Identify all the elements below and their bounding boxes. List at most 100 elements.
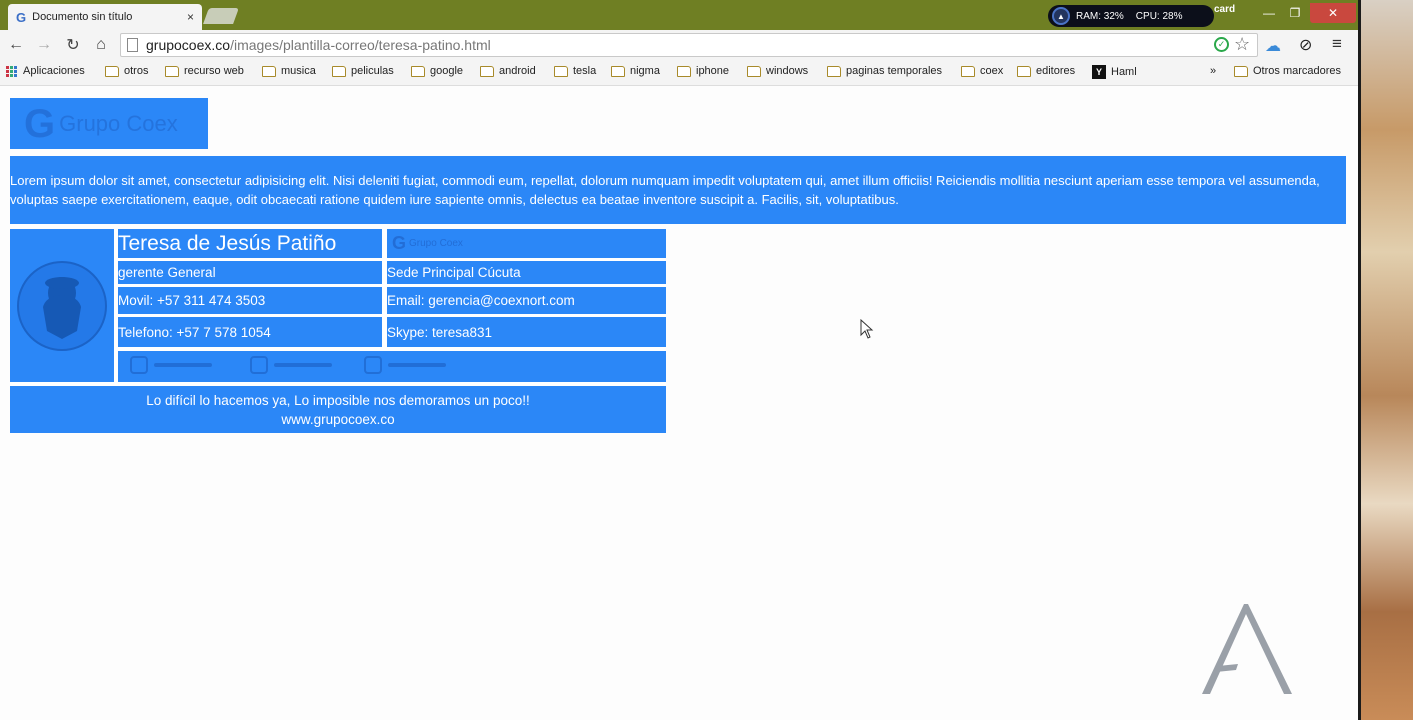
page-icon bbox=[127, 38, 138, 52]
folder-icon bbox=[961, 65, 975, 77]
bookmark-label: paginas temporales bbox=[846, 65, 943, 77]
linkedin-icon bbox=[364, 356, 382, 374]
person-name: Teresa de Jesús Patiño bbox=[118, 229, 382, 258]
social-link-web[interactable] bbox=[250, 356, 332, 374]
bookmark-folder[interactable]: windows bbox=[747, 65, 808, 77]
role-text: gerente General bbox=[118, 265, 216, 280]
home-icon[interactable]: ⌂ bbox=[90, 34, 112, 56]
bookmark-folder[interactable]: editores bbox=[1017, 65, 1075, 77]
bookmark-label: musica bbox=[281, 65, 316, 77]
bookmarks-overflow[interactable]: » bbox=[1210, 65, 1216, 77]
back-icon[interactable]: ← bbox=[5, 34, 27, 56]
folder-icon bbox=[554, 65, 568, 77]
folder-icon bbox=[480, 65, 494, 77]
person-name-text: Teresa de Jesús Patiño bbox=[118, 231, 337, 255]
bookmark-folder[interactable]: google bbox=[411, 65, 463, 77]
logo-g-icon: G bbox=[392, 233, 407, 253]
bookmark-folder[interactable]: musica bbox=[262, 65, 316, 77]
tab-title: Documento sin título bbox=[32, 11, 133, 23]
role: gerente General bbox=[118, 261, 382, 284]
folder-icon bbox=[747, 65, 761, 77]
social-link-linkedin[interactable] bbox=[364, 356, 446, 374]
cpu-usage: CPU: 28% bbox=[1135, 10, 1183, 22]
email[interactable]: Email: gerencia@coexnort.com bbox=[387, 287, 666, 314]
minimize-icon[interactable]: — bbox=[1256, 3, 1282, 23]
folder-icon bbox=[105, 65, 119, 77]
bookmarks-bar: Aplicaciones otros recurso web musica pe… bbox=[0, 60, 1358, 86]
folder-icon bbox=[611, 65, 625, 77]
desktop-background bbox=[1358, 0, 1413, 720]
bookmark-folder[interactable]: recurso web bbox=[165, 65, 244, 77]
apps-icon bbox=[6, 65, 17, 77]
address-bar[interactable]: grupocoex.co/images/plantilla-correo/ter… bbox=[120, 33, 1258, 57]
mouse-cursor-icon bbox=[860, 319, 874, 339]
folder-icon bbox=[165, 65, 179, 77]
company-logo: G Grupo Coex bbox=[10, 98, 208, 149]
email-signature: Teresa de Jesús Patiño G Grupo Coex gere… bbox=[10, 229, 666, 433]
star-icon[interactable]: ☆ bbox=[1234, 34, 1250, 55]
browser-titlebar: G Documento sin título × ▲ RAM: 32% CPU:… bbox=[0, 0, 1358, 30]
favicon-icon: G bbox=[16, 9, 27, 25]
bookmark-folder[interactable]: paginas temporales bbox=[827, 65, 942, 77]
tab-active[interactable]: G Documento sin título × bbox=[8, 4, 202, 30]
phone: Telefono: +57 7 578 1054 bbox=[118, 317, 382, 347]
slogan: Lo difícil lo hacemos ya, Lo imposible n… bbox=[10, 386, 666, 433]
office: Sede Principal Cúcuta bbox=[387, 261, 666, 284]
bookmark-label: peliculas bbox=[351, 65, 394, 77]
bookmark-label: editores bbox=[1036, 65, 1076, 77]
bookmark-folder[interactable]: tesla bbox=[554, 65, 596, 77]
menu-icon[interactable]: ≡ bbox=[1332, 34, 1342, 54]
tab-close-icon[interactable]: × bbox=[187, 10, 194, 24]
folder-icon bbox=[1234, 65, 1248, 77]
bookmark-label: recurso web bbox=[184, 65, 244, 77]
profile-name[interactable]: card bbox=[1214, 4, 1235, 15]
bookmark-other[interactable]: Otros marcadores bbox=[1234, 65, 1341, 77]
office-text: Sede Principal Cúcuta bbox=[387, 265, 521, 280]
folder-icon bbox=[827, 65, 841, 77]
bookmark-folder[interactable]: nigma bbox=[611, 65, 660, 77]
new-tab-button[interactable] bbox=[203, 8, 239, 24]
bookmark-label: otros bbox=[124, 65, 149, 77]
folder-icon bbox=[411, 65, 425, 77]
bookmark-label: nigma bbox=[630, 65, 660, 77]
bookmark-folder[interactable]: iphone bbox=[677, 65, 729, 77]
mobile-text: Movil: +57 311 474 3503 bbox=[118, 293, 266, 308]
maximize-icon[interactable]: ❐ bbox=[1282, 3, 1308, 23]
logo-g-icon: G bbox=[24, 101, 56, 146]
phone-text: Telefono: +57 7 578 1054 bbox=[118, 324, 271, 340]
extension-icon[interactable]: ⊘ bbox=[1299, 35, 1312, 55]
ram-usage: RAM: 32% bbox=[1076, 10, 1124, 22]
skype-text: Skype: teresa831 bbox=[387, 324, 493, 340]
bookmark-folder[interactable]: android bbox=[480, 65, 536, 77]
bookmark-label: Aplicaciones bbox=[23, 65, 85, 77]
bookmark-apps[interactable]: Aplicaciones bbox=[6, 65, 85, 77]
bookmark-haml[interactable]: Y Haml bbox=[1092, 65, 1137, 79]
bookmark-label: iphone bbox=[696, 65, 730, 77]
check-icon[interactable]: ✓ bbox=[1214, 37, 1229, 52]
bookmark-label: Haml bbox=[1111, 66, 1137, 78]
close-window-icon[interactable]: ✕ bbox=[1310, 3, 1356, 23]
forward-icon[interactable]: → bbox=[33, 34, 55, 56]
url-host: grupocoex.co bbox=[146, 37, 231, 53]
url-path: /images/plantilla-correo/teresa-patino.h… bbox=[230, 37, 491, 53]
website-link[interactable]: www.grupocoex.co bbox=[281, 410, 394, 429]
bookmark-label: google bbox=[430, 65, 464, 77]
skype: Skype: teresa831 bbox=[387, 317, 666, 347]
reload-icon[interactable]: ↻ bbox=[62, 34, 84, 56]
browser-toolbar: ← → ↻ ⌂ grupocoex.co/images/plantilla-co… bbox=[0, 30, 1358, 60]
logo-text: Grupo Coex bbox=[59, 110, 178, 136]
folder-icon bbox=[262, 65, 276, 77]
bookmark-label: android bbox=[499, 65, 536, 77]
bookmark-folder[interactable]: otros bbox=[105, 65, 148, 77]
bookmark-label: tesla bbox=[573, 65, 597, 77]
page-content: G Grupo Coex Lorem ipsum dolor sit amet,… bbox=[0, 87, 1358, 720]
y-logo-icon: Y bbox=[1092, 65, 1106, 79]
small-logo: G Grupo Coex bbox=[387, 229, 666, 258]
avatar bbox=[17, 260, 107, 351]
cloud-icon[interactable]: ☁ bbox=[1265, 36, 1281, 56]
bookmark-folder[interactable]: coex bbox=[961, 65, 1003, 77]
bookmark-label: Otros marcadores bbox=[1253, 65, 1342, 77]
social-link-facebook[interactable] bbox=[130, 356, 212, 374]
intro-paragraph: Lorem ipsum dolor sit amet, consectetur … bbox=[10, 156, 1346, 224]
bookmark-folder[interactable]: peliculas bbox=[332, 65, 394, 77]
